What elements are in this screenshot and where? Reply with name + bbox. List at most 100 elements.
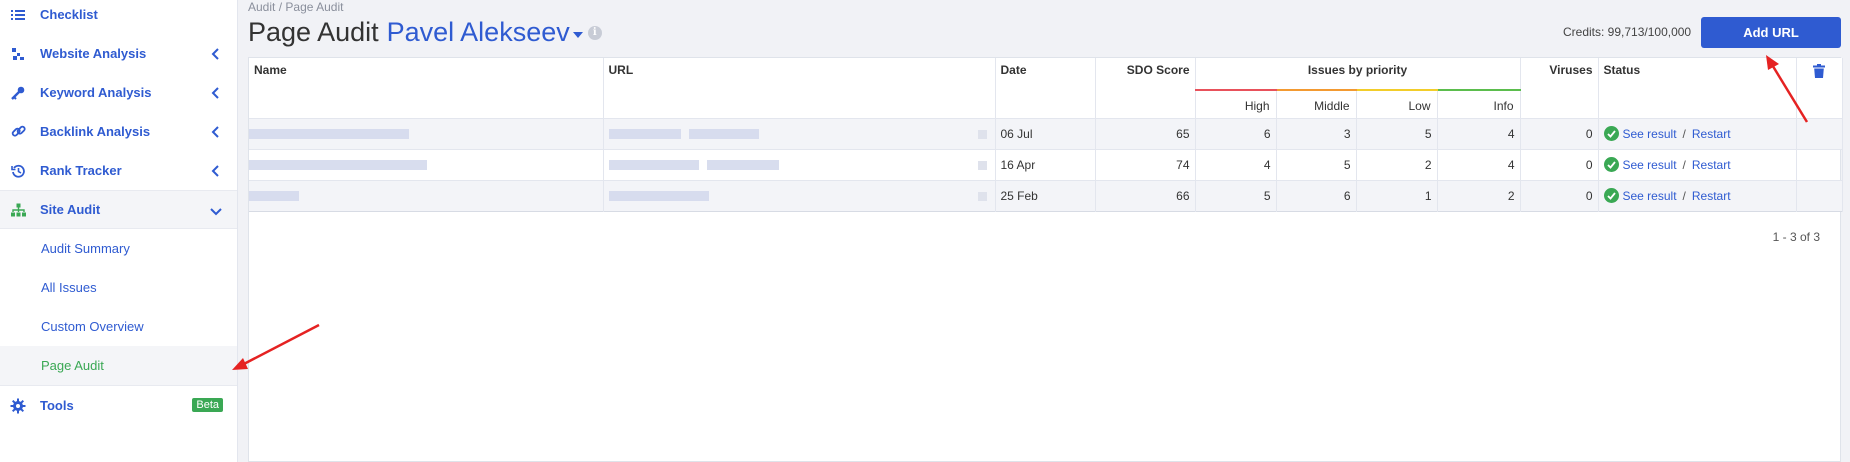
- external-link-icon[interactable]: [977, 129, 987, 139]
- row-status: See result / Restart: [1598, 180, 1797, 211]
- sidebar-item-site-audit[interactable]: Site Audit: [0, 190, 237, 229]
- sidebar-item-tools[interactable]: Tools Beta: [0, 386, 237, 425]
- sidebar-subitem-custom-overview[interactable]: Custom Overview: [0, 307, 237, 346]
- sidebar-subitem-all-issues[interactable]: All Issues: [0, 268, 237, 307]
- row-delete-cell[interactable]: [1796, 118, 1843, 149]
- row-middle[interactable]: 3: [1276, 118, 1357, 149]
- sidebar: Checklist Website Analysis Keyword Analy…: [0, 0, 238, 462]
- row-info[interactable]: 2: [1437, 180, 1521, 211]
- breadcrumb: Audit / Page Audit: [248, 0, 343, 14]
- gear-icon: [10, 398, 26, 414]
- sidebar-item-checklist[interactable]: Checklist: [0, 0, 237, 28]
- status-separator: /: [1682, 188, 1686, 203]
- column-header-info[interactable]: Info: [1437, 89, 1521, 118]
- row-delete-cell[interactable]: [1796, 149, 1843, 180]
- breadcrumb-audit[interactable]: Audit: [248, 0, 275, 14]
- row-sdo-score: 65: [1095, 118, 1196, 149]
- row-status: See result / Restart: [1598, 118, 1797, 149]
- row-status: See result / Restart: [1598, 149, 1797, 180]
- column-header-sdo-score[interactable]: SDO Score: [1095, 58, 1196, 118]
- row-viruses: 0: [1520, 149, 1599, 180]
- trash-icon[interactable]: [1813, 64, 1825, 81]
- credits-counter: Credits: 99,713/100,000: [1563, 25, 1692, 39]
- row-sdo-score: 66: [1095, 180, 1196, 211]
- row-high[interactable]: 6: [1195, 118, 1277, 149]
- info-icon[interactable]: i: [587, 25, 602, 40]
- history-icon: [10, 163, 26, 179]
- chevron-left-icon: [211, 165, 219, 177]
- row-viruses: 0: [1520, 118, 1599, 149]
- column-header-name[interactable]: Name: [249, 58, 604, 118]
- see-result-link[interactable]: See result: [1623, 127, 1677, 141]
- link-icon: [10, 124, 26, 140]
- column-header-low[interactable]: Low: [1356, 89, 1438, 118]
- sidebar-subitem-page-audit[interactable]: Page Audit: [0, 346, 237, 385]
- row-name-redacted: [249, 180, 604, 211]
- column-header-status[interactable]: Status: [1598, 58, 1797, 118]
- column-header-issues-by-priority: Issues by priority: [1195, 58, 1521, 90]
- sidebar-item-website-analysis[interactable]: Website Analysis: [0, 34, 237, 73]
- project-selector[interactable]: Pavel Alekseev: [387, 17, 570, 48]
- sidebar-item-label: Checklist: [40, 7, 98, 22]
- breadcrumb-page-audit: Page Audit: [285, 0, 344, 14]
- chevron-left-icon: [211, 87, 219, 99]
- sitemap-icon: [10, 202, 26, 218]
- sidebar-item-rank-tracker[interactable]: Rank Tracker: [0, 151, 237, 190]
- row-sdo-score: 74: [1095, 149, 1196, 180]
- column-header-middle[interactable]: Middle: [1276, 89, 1357, 118]
- row-url-redacted[interactable]: [603, 149, 996, 180]
- check-circle-icon: [1603, 188, 1619, 203]
- table-row: 25 Feb 66 5 6 1 2 0 See result / Restart: [249, 180, 1843, 211]
- row-middle[interactable]: 5: [1276, 149, 1357, 180]
- row-delete-cell[interactable]: [1796, 180, 1843, 211]
- sidebar-item-label: Tools: [40, 398, 74, 413]
- row-low[interactable]: 5: [1356, 118, 1438, 149]
- row-url-redacted[interactable]: [603, 118, 996, 149]
- sidebar-item-label: Site Audit: [40, 202, 101, 217]
- breadcrumb-separator: /: [278, 0, 283, 14]
- pagination-info: 1 - 3 of 3: [1772, 230, 1820, 244]
- row-high[interactable]: 4: [1195, 149, 1277, 180]
- see-result-link[interactable]: See result: [1623, 158, 1677, 172]
- row-info[interactable]: 4: [1437, 118, 1521, 149]
- row-high[interactable]: 5: [1195, 180, 1277, 211]
- site-audit-submenu: Audit Summary All Issues Custom Overview…: [0, 229, 237, 386]
- chevron-down-icon: [210, 208, 222, 216]
- restart-link[interactable]: Restart: [1692, 127, 1731, 141]
- page-audit-table: Name URL Date SDO Score Issues by priori…: [249, 58, 1843, 212]
- see-result-link[interactable]: See result: [1623, 189, 1677, 203]
- row-low[interactable]: 2: [1356, 149, 1438, 180]
- caret-down-icon[interactable]: [572, 31, 583, 38]
- beta-badge: Beta: [192, 398, 223, 412]
- delete-column-header: [1796, 58, 1843, 118]
- table-row: 06 Jul 65 6 3 5 4 0 See result / Restart: [249, 118, 1843, 149]
- column-header-date[interactable]: Date: [995, 58, 1096, 118]
- row-name-redacted: [249, 118, 604, 149]
- checklist-icon: [10, 7, 26, 23]
- add-url-button[interactable]: Add URL: [1701, 17, 1841, 48]
- column-header-viruses[interactable]: Viruses: [1520, 58, 1599, 118]
- page-title-text: Page Audit: [248, 17, 379, 47]
- audit-table-panel: Name URL Date SDO Score Issues by priori…: [248, 57, 1843, 462]
- row-low[interactable]: 1: [1356, 180, 1438, 211]
- external-link-icon[interactable]: [977, 160, 987, 170]
- check-circle-icon: [1603, 157, 1619, 172]
- row-viruses: 0: [1520, 180, 1599, 211]
- row-date: 06 Jul: [995, 118, 1096, 149]
- row-middle[interactable]: 6: [1276, 180, 1357, 211]
- restart-link[interactable]: Restart: [1692, 189, 1731, 203]
- chevron-left-icon: [211, 126, 219, 138]
- sidebar-item-label: Backlink Analysis: [40, 124, 151, 139]
- sidebar-subitem-audit-summary[interactable]: Audit Summary: [0, 229, 237, 268]
- row-date: 25 Feb: [995, 180, 1096, 211]
- row-date: 16 Apr: [995, 149, 1096, 180]
- sidebar-item-backlink-analysis[interactable]: Backlink Analysis: [0, 112, 237, 151]
- column-header-high[interactable]: High: [1195, 89, 1277, 118]
- column-header-url[interactable]: URL: [603, 58, 996, 118]
- sidebar-item-keyword-analysis[interactable]: Keyword Analysis: [0, 73, 237, 112]
- row-url-redacted[interactable]: [603, 180, 996, 211]
- key-icon: [10, 85, 26, 101]
- external-link-icon[interactable]: [977, 191, 987, 201]
- row-info[interactable]: 4: [1437, 149, 1521, 180]
- restart-link[interactable]: Restart: [1692, 158, 1731, 172]
